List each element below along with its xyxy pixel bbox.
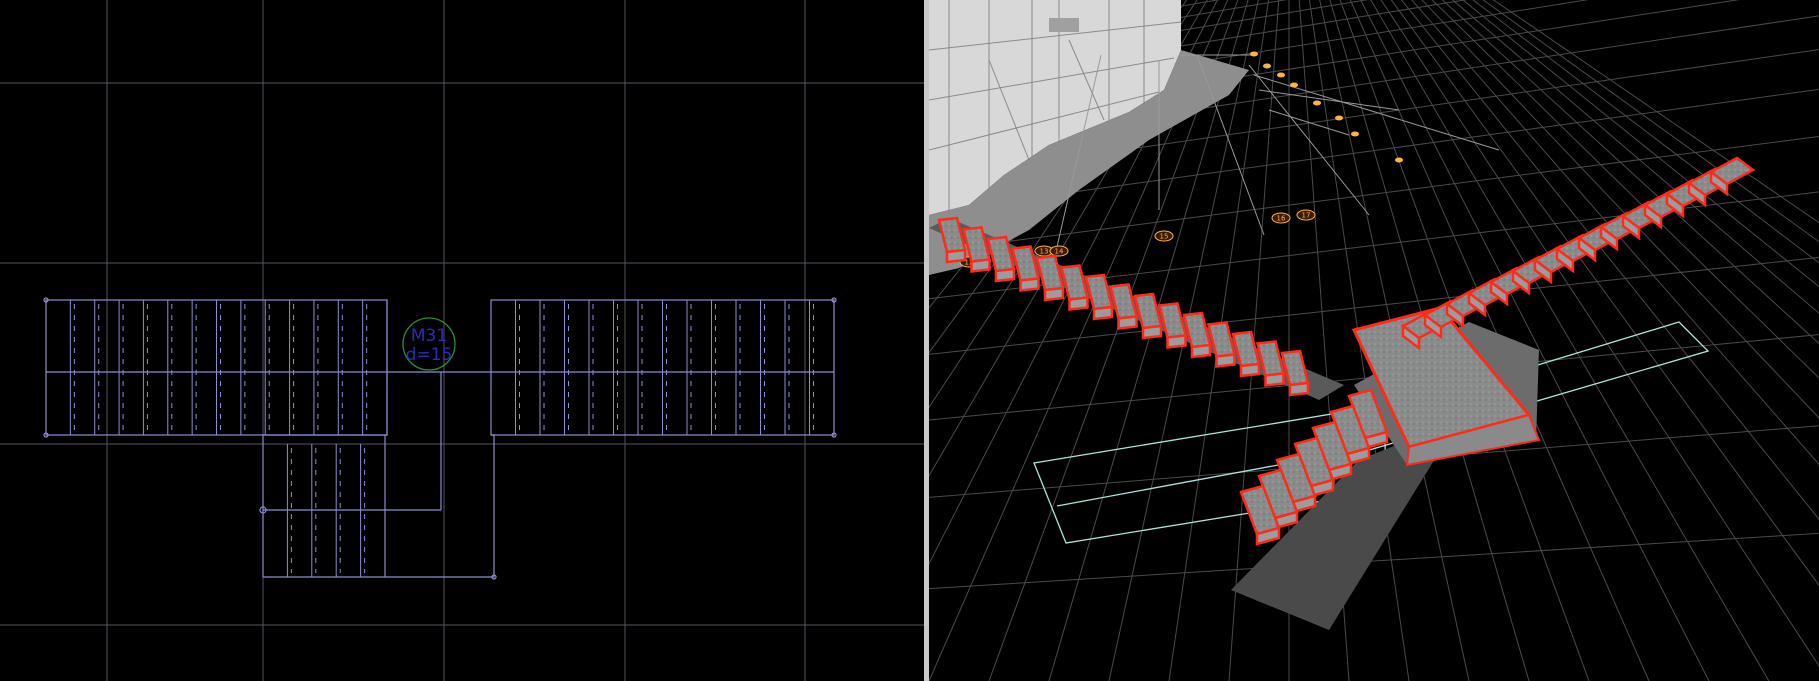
stair-tread[interactable]	[1133, 292, 1163, 330]
stair-riser	[1264, 372, 1285, 387]
stair-riser	[1141, 324, 1163, 340]
stair-riser	[1019, 277, 1040, 292]
building-opening	[1049, 18, 1079, 32]
axis-marker	[1351, 131, 1359, 137]
axis-label-15: 15	[1160, 233, 1169, 241]
stair-riser	[1117, 315, 1138, 330]
stair-riser	[1092, 305, 1114, 321]
axis-label-17: 17	[1302, 212, 1311, 220]
stair-riser	[994, 267, 1016, 283]
plan-canvas[interactable]: M31 d=15	[0, 0, 924, 681]
stair-mark-label: M31	[411, 326, 447, 346]
stair-riser	[1215, 353, 1236, 368]
axis-marker	[1335, 115, 1343, 121]
stair-tread[interactable]	[1157, 302, 1188, 339]
axis-label-16: 16	[1277, 215, 1286, 223]
landing-outline[interactable]	[262, 300, 495, 578]
stair-tread[interactable]	[1084, 273, 1114, 311]
stair-diameter-label: d=15	[406, 345, 453, 365]
perspective-canvas[interactable]: 12 13 14 15 16 17	[929, 0, 1819, 681]
left-flight-treads[interactable]	[937, 216, 1310, 397]
axis-marker	[1313, 100, 1321, 106]
axis-marker	[1290, 82, 1298, 88]
axis-marker	[1277, 72, 1285, 78]
stair-3d-model[interactable]	[929, 156, 1756, 630]
stair-riser	[1043, 286, 1065, 302]
column-tag[interactable]: M31 d=15	[402, 317, 456, 371]
stair-riser	[945, 248, 967, 264]
stair-tread[interactable]	[1059, 264, 1090, 301]
axis-marker	[1395, 157, 1403, 163]
perspective-viewport[interactable]: 12 13 14 15 16 17	[929, 0, 1819, 681]
stair-riser	[1288, 381, 1310, 397]
stair-riser	[1239, 362, 1261, 378]
stair-tread[interactable]	[1108, 283, 1139, 320]
stair-riser	[1068, 296, 1089, 311]
axis-label-14: 14	[1055, 248, 1064, 256]
stair-riser	[970, 258, 991, 273]
axis-marker	[1250, 51, 1258, 57]
stair-riser	[1190, 343, 1212, 359]
axis-label-13: 13	[1040, 248, 1049, 256]
stair-riser	[1166, 334, 1187, 349]
plan-viewport[interactable]: M31 d=15	[0, 0, 924, 681]
axis-marker	[1263, 63, 1271, 69]
